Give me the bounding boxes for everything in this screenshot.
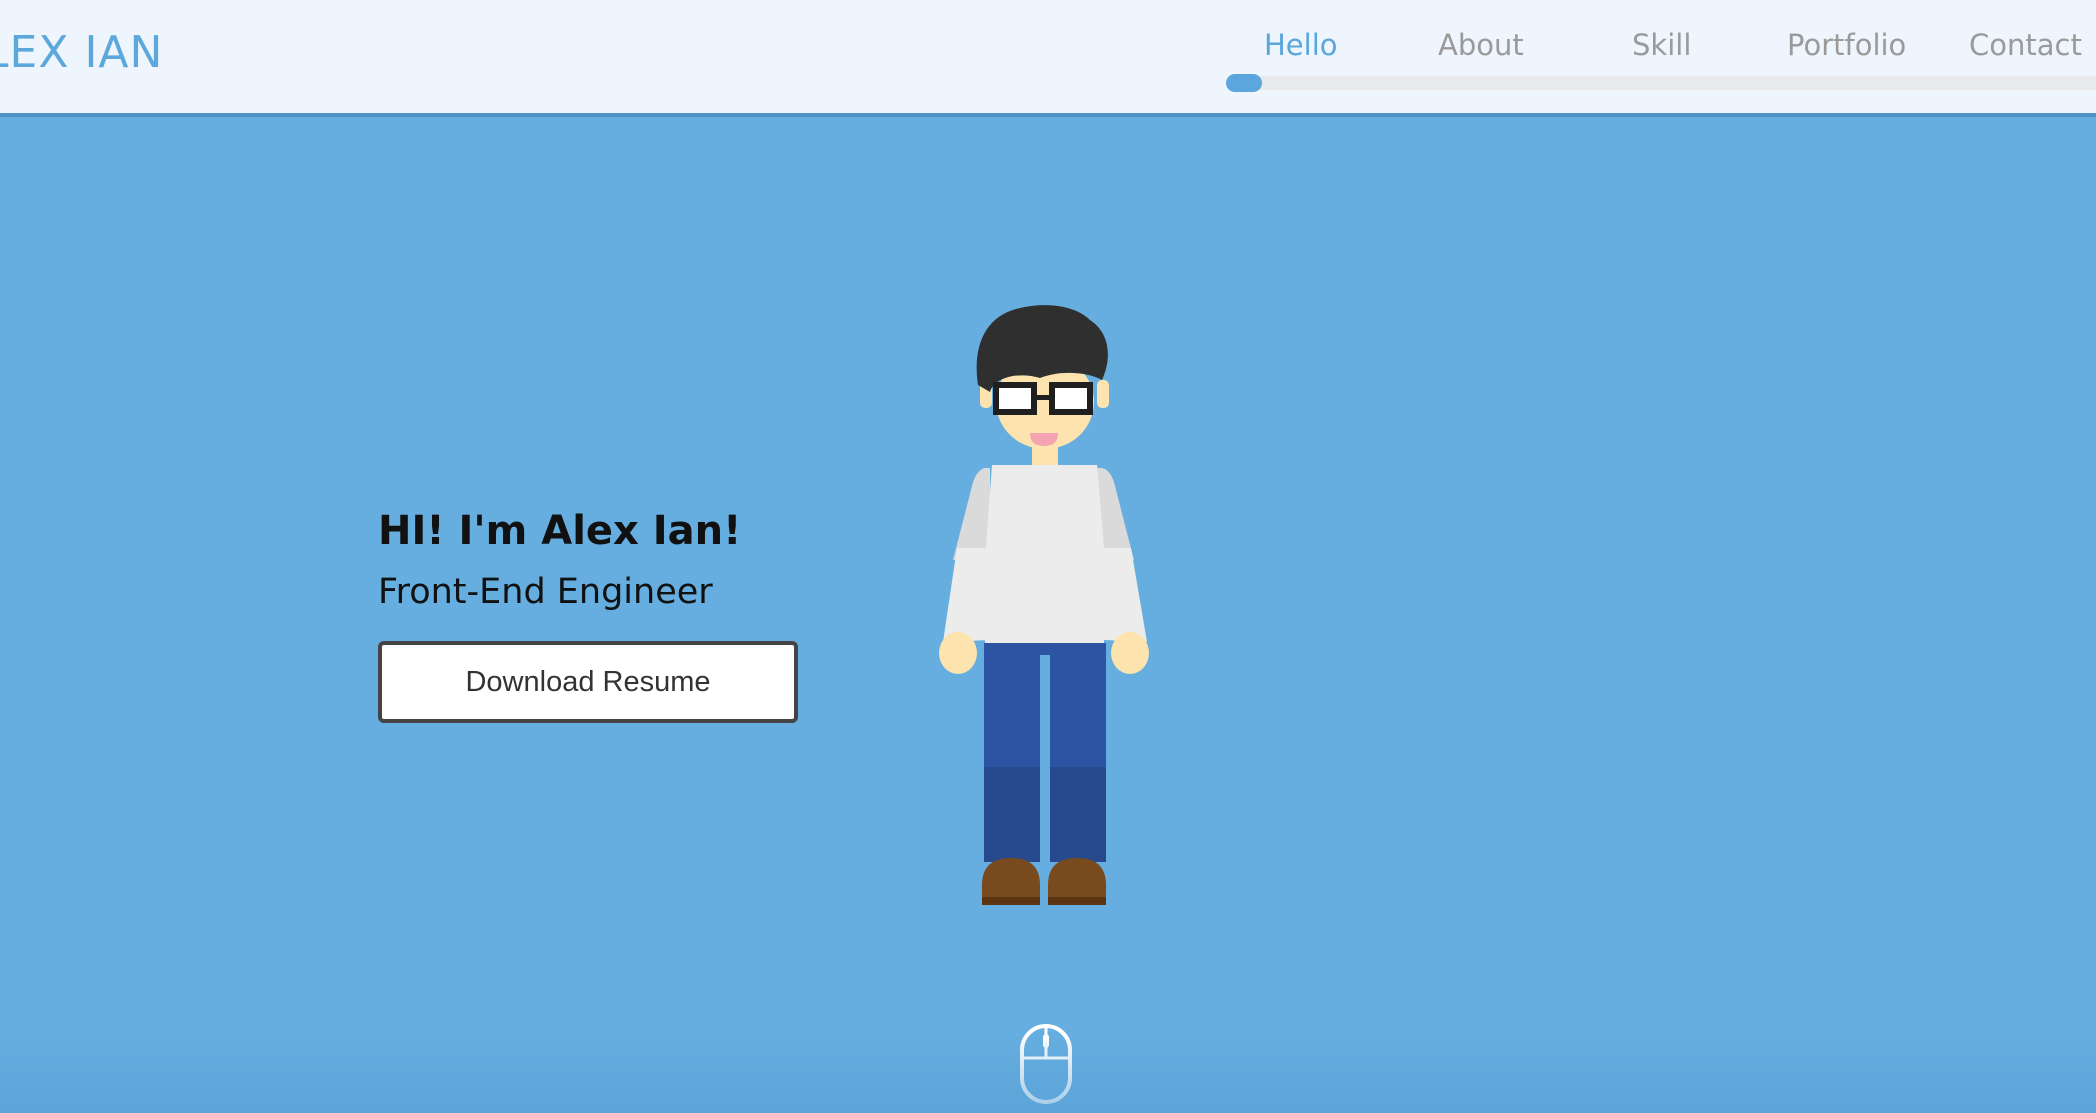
nav-item-skill[interactable]: Skill xyxy=(1632,28,1691,62)
site-logo[interactable]: LEX IAN xyxy=(0,27,163,78)
mouse-scroll-icon[interactable] xyxy=(1019,1023,1073,1105)
developer-avatar-illustration xyxy=(939,305,1149,905)
download-resume-button[interactable]: Download Resume xyxy=(378,641,798,723)
site-header: LEX IAN Hello About Skill Portfolio Cont… xyxy=(0,0,2096,117)
nav-item-about[interactable]: About xyxy=(1438,28,1524,62)
page: LEX IAN Hello About Skill Portfolio Cont… xyxy=(0,0,2096,1113)
nav-progress-track xyxy=(1227,76,2096,90)
intro-title: HI! I'm Alex Ian! xyxy=(378,508,742,554)
nav-item-contact[interactable]: Contact xyxy=(1969,28,2082,62)
nav-active-indicator xyxy=(1226,74,1262,92)
nav-item-hello[interactable]: Hello xyxy=(1264,28,1338,62)
intro-subtitle: Front-End Engineer xyxy=(378,572,713,612)
nav-item-portfolio[interactable]: Portfolio xyxy=(1787,28,1906,62)
